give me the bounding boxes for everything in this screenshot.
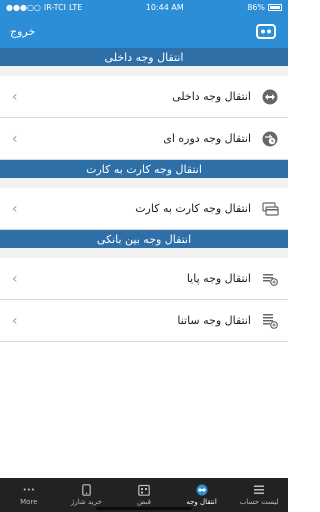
menu-item-satna-transfer[interactable]: ‹ انتقال وجه ساتنا [0,300,288,342]
menu-item-paya-transfer[interactable]: ‹ انتقال وجه پایا [0,258,288,300]
menu-item-label: انتقال وجه پایا [186,272,251,285]
menu-item-label: انتقال وجه دوره ای [163,132,251,145]
tab-label: خرید شارژ [70,498,102,506]
network-text: LTE [69,2,83,12]
tab-more[interactable]: ••• More [0,478,58,512]
divider [0,248,288,258]
periodic-transfer-icon [261,130,279,148]
tab-label: لیست حساب [239,498,279,506]
menu-item-label: انتقال وجه ساتنا [177,314,251,327]
tab-label: More [20,498,38,506]
paya-transfer-icon [261,270,279,288]
more-dots-icon: ••• [22,486,35,494]
home-indicator [96,507,192,510]
card-to-card-icon [261,200,279,218]
battery-icon [267,3,282,11]
battery-text: 86% [247,2,265,12]
chevron-left-icon: ‹ [12,88,18,105]
carrier-text: IR-TCI [43,2,67,12]
time-text: 10:44 AM [145,2,184,12]
transfer-icon [195,484,209,496]
menu-item-label: انتقال وجه کارت به کارت [135,202,251,215]
divider [0,66,288,76]
menu-item-card-to-card[interactable]: ‹ انتقال وجه کارت به کارت [0,188,288,230]
chevron-left-icon: ‹ [12,270,18,287]
chevron-left-icon: ‹ [12,200,18,217]
chevron-left-icon: ‹ [12,130,18,147]
logout-button[interactable]: خروج [10,25,35,38]
status-bar: ●●●○○ IR-TCI LTE 10:44 AM 86% [0,0,288,14]
section-header-internal: انتقال وجه داخلی [0,48,288,66]
accounts-icon [252,484,266,496]
menu-item-label: انتقال وجه داخلی [172,90,251,103]
divider [0,178,288,188]
section-header-card-to-card: انتقال وجه کارت به کارت [0,160,288,178]
transfer-arrows-icon [261,88,279,106]
satna-transfer-icon [261,312,279,330]
menu-item-periodic-transfer[interactable]: ‹ انتقال وجه دوره ای [0,118,288,160]
tab-label: انتقال وجه [186,498,217,506]
bank-logo-icon [254,20,278,42]
bill-icon [137,484,151,496]
tab-accounts[interactable]: لیست حساب [230,478,288,512]
phone-topup-icon [79,484,93,496]
app-bar: خروج [0,14,288,48]
chevron-left-icon: ‹ [12,312,18,329]
section-header-interbank: انتقال وجه بین بانکی [0,230,288,248]
tab-label: قبض [136,498,151,506]
signal-icon: ●●●○○ [6,2,41,12]
menu-item-internal-transfer[interactable]: ‹ انتقال وجه داخلی [0,76,288,118]
